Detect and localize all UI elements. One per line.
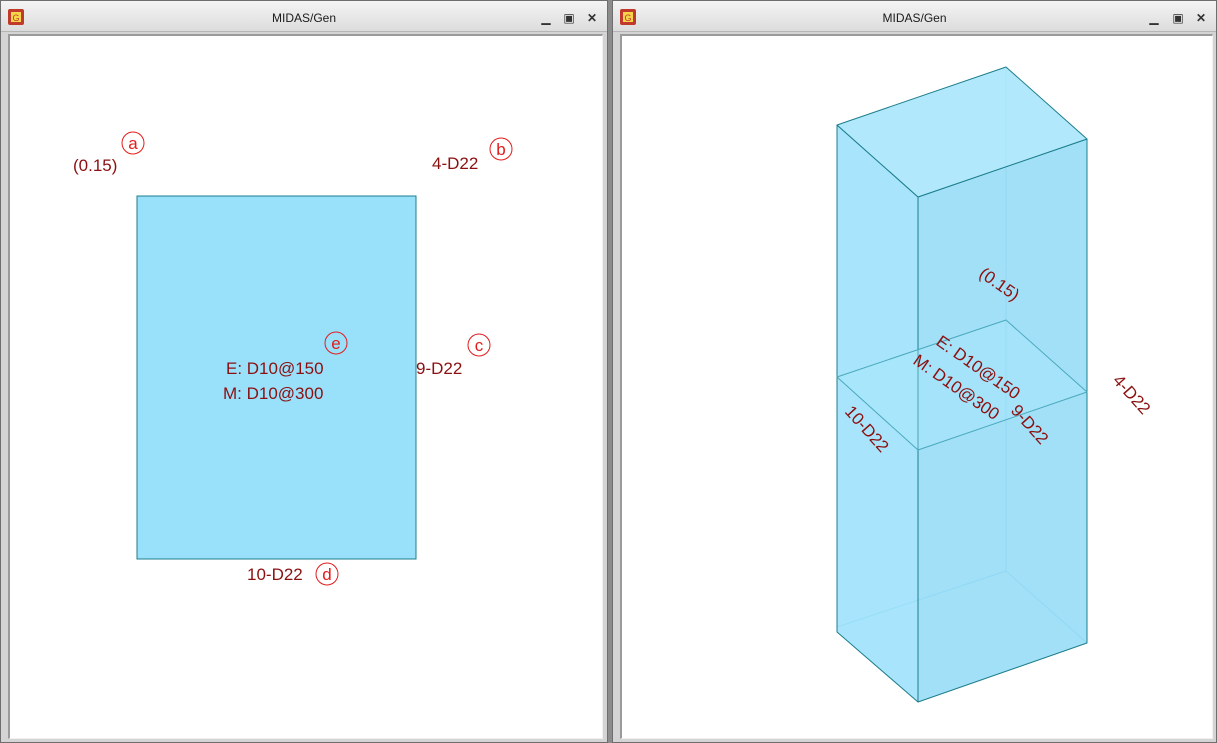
side-bars-label: 9-D22 <box>416 359 462 378</box>
right-window: G MIDAS/Gen ▁ ▣ ✕ (0.15) E: D10@150 M: D… <box>612 0 1217 743</box>
close-button[interactable]: ✕ <box>585 11 599 25</box>
minimize-button[interactable]: ▁ <box>1147 11 1161 25</box>
close-button[interactable]: ✕ <box>1194 11 1208 25</box>
stirrup-mid-label: M: D10@300 <box>223 384 323 403</box>
left-window: G MIDAS/Gen ▁ ▣ ✕ (0.15) a 4-D22 b 9-D22… <box>0 0 608 743</box>
marker-a: a <box>128 134 138 153</box>
restore-button[interactable]: ▣ <box>1171 11 1185 25</box>
top-bars-label: 4-D22 <box>432 154 478 173</box>
restore-button[interactable]: ▣ <box>562 11 576 25</box>
right-window-title: MIDAS/Gen <box>882 11 947 25</box>
iso-view-canvas[interactable]: (0.15) E: D10@150 M: D10@300 9-D22 4-D22… <box>620 34 1213 739</box>
marker-b: b <box>496 140 505 159</box>
stirrup-end-label: E: D10@150 <box>226 359 324 378</box>
minimize-button[interactable]: ▁ <box>539 11 553 25</box>
bottom-bars-label: 10-D22 <box>247 565 303 584</box>
marker-d: d <box>322 565 331 584</box>
top-bars-label: 4-D22 <box>1109 371 1154 418</box>
marker-e: e <box>331 334 340 353</box>
left-window-title: MIDAS/Gen <box>271 11 337 25</box>
section-view-canvas[interactable]: (0.15) a 4-D22 b 9-D22 c E: D10@150 M: D… <box>8 34 603 739</box>
left-titlebar[interactable]: G MIDAS/Gen ▁ ▣ ✕ <box>1 1 607 32</box>
right-titlebar[interactable]: G MIDAS/Gen ▁ ▣ ✕ <box>613 1 1216 32</box>
marker-c: c <box>475 336 484 355</box>
cover-label: (0.15) <box>73 156 117 175</box>
